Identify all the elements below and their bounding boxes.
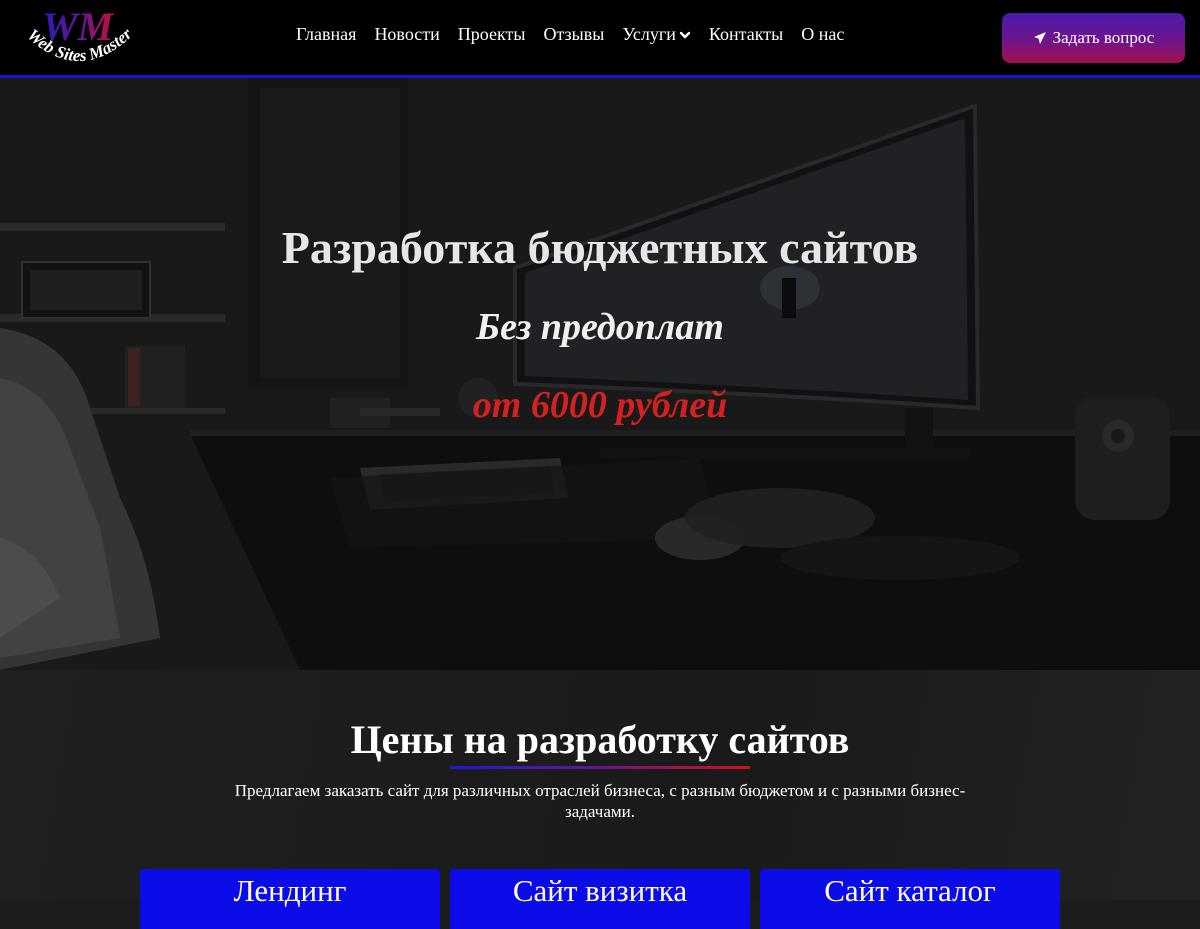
site-header: WM Web Sites Master Главная Новости Прое… (0, 0, 1200, 78)
prices-section: Цены на разработку сайтов Предлагаем зак… (0, 670, 1200, 929)
hero-section: Разработка бюджетных сайтов Без предопла… (0, 78, 1200, 670)
card-label: Лендинг (233, 873, 347, 908)
nav-item-reviews[interactable]: Отзывы (543, 24, 604, 45)
main-nav: Главная Новости Проекты Отзывы Услуги Ко… (296, 24, 862, 45)
hero-subtitle: Без предоплат (476, 306, 724, 348)
card-label: Сайт каталог (824, 873, 996, 908)
card-landing[interactable]: Лендинг (140, 869, 440, 929)
card-catalog-site[interactable]: Сайт каталог (760, 869, 1060, 929)
hero-price: от 6000 рублей (472, 384, 728, 426)
hero-background-image (0, 78, 1200, 670)
ask-question-button[interactable]: Задать вопрос (1002, 13, 1185, 63)
nav-item-home[interactable]: Главная (296, 24, 356, 45)
paper-plane-icon (1033, 32, 1046, 44)
ask-question-label: Задать вопрос (1052, 28, 1155, 47)
card-label: Сайт визитка (512, 873, 688, 908)
prices-title: Цены на разработку сайтов (350, 717, 850, 762)
nav-item-contacts[interactable]: Контакты (709, 24, 783, 45)
nav-item-projects[interactable]: Проекты (458, 24, 526, 45)
hero-title: Разработка бюджетных сайтов (281, 222, 919, 273)
nav-item-about[interactable]: О нас (801, 24, 844, 45)
card-business-card-site[interactable]: Сайт визитка (450, 869, 750, 929)
nav-item-news[interactable]: Новости (374, 24, 439, 45)
chevron-down-icon (679, 31, 691, 39)
site-logo[interactable]: WM Web Sites Master (16, 2, 156, 74)
price-cards: Лендинг Сайт визитка Сайт каталог (140, 869, 1060, 929)
prices-description: Предлагаем заказать сайт для различных о… (234, 781, 966, 821)
logo-graphic: WM Web Sites Master (24, 4, 136, 65)
nav-item-services[interactable]: Услуги (622, 24, 691, 45)
title-underline (450, 766, 750, 769)
